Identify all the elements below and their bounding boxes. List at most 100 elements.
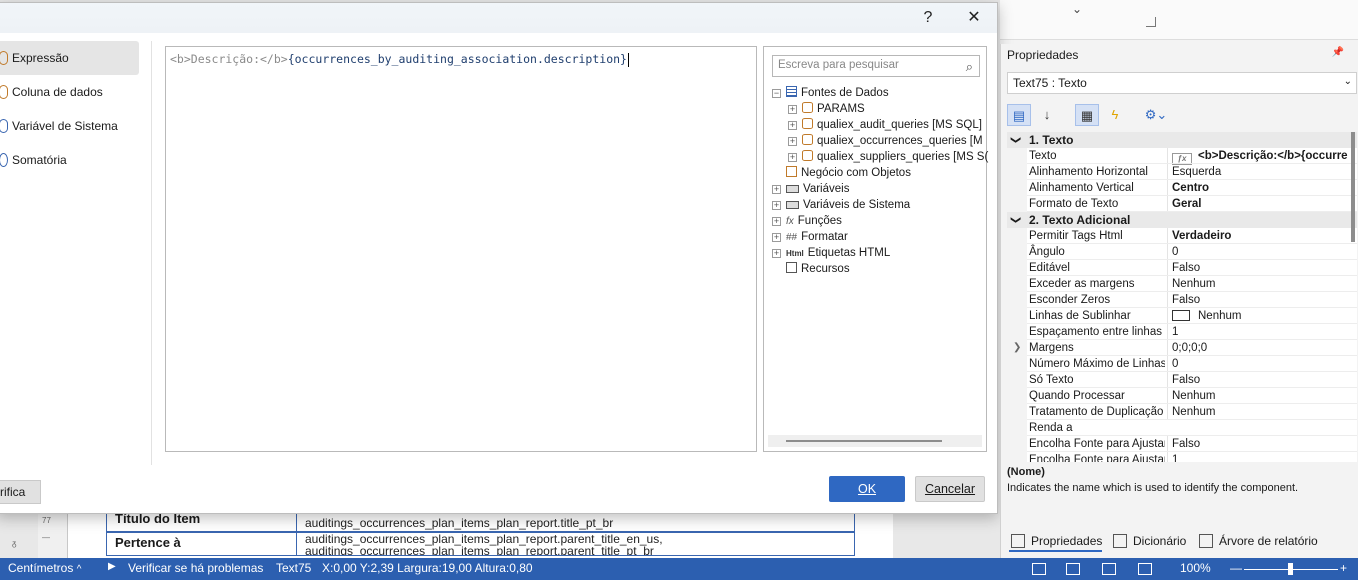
zoom-slider-thumb[interactable] bbox=[1288, 563, 1293, 575]
expand-icon[interactable]: + bbox=[772, 217, 781, 226]
property-value[interactable]: Nenhum bbox=[1167, 276, 1355, 292]
page-view-icon[interactable] bbox=[1032, 563, 1046, 575]
cancel-button[interactable]: Cancelar bbox=[915, 476, 985, 502]
property-value[interactable]: 1 bbox=[1167, 324, 1355, 340]
property-category[interactable]: ❯ 2. Texto Adicional bbox=[1007, 212, 1357, 228]
ribbon-strip: ⌄ bbox=[1000, 0, 1358, 40]
property-row[interactable]: Renda a bbox=[1007, 420, 1357, 436]
chevron-down-icon[interactable]: ❯ bbox=[1007, 216, 1023, 224]
property-value-text: 0;0;0;0 bbox=[1172, 342, 1208, 354]
property-value[interactable]: Centro bbox=[1167, 180, 1355, 196]
property-row[interactable]: Linhas de Sublinhar Nenhum bbox=[1007, 308, 1357, 324]
collapse-icon[interactable]: − bbox=[772, 89, 781, 98]
expression-dialog: ? ✕ Expressão Coluna de dados Variável d… bbox=[0, 2, 998, 514]
vertical-scrollbar[interactable] bbox=[1351, 132, 1355, 242]
property-value[interactable]: Falso bbox=[1167, 260, 1355, 276]
property-category[interactable]: ❯ 1. Texto bbox=[1007, 132, 1357, 148]
tab-report-tree[interactable]: Árvore de relatório bbox=[1197, 530, 1318, 552]
category-label: Variável de Sistema bbox=[12, 119, 118, 133]
play-icon[interactable]: ▶ bbox=[108, 561, 116, 572]
verify-problems-button[interactable]: Verificar se há problemas bbox=[128, 561, 263, 575]
sort-alpha-icon[interactable]: ↓ bbox=[1035, 104, 1059, 126]
expand-icon[interactable]: + bbox=[772, 185, 781, 194]
property-value[interactable]: Falso bbox=[1167, 372, 1355, 388]
one-page-icon[interactable] bbox=[1102, 563, 1116, 575]
color-swatch[interactable] bbox=[1172, 310, 1190, 321]
property-row[interactable]: Esconder Zeros Falso bbox=[1007, 292, 1357, 308]
expand-icon[interactable]: + bbox=[788, 153, 797, 162]
property-value[interactable]: 0 bbox=[1167, 356, 1355, 372]
expand-icon[interactable]: + bbox=[772, 201, 781, 210]
property-value[interactable]: Falso bbox=[1167, 292, 1355, 308]
property-value[interactable]: Nenhum bbox=[1167, 308, 1355, 324]
property-value[interactable]: Nenhum bbox=[1167, 404, 1355, 420]
report-row-belongs-to[interactable]: Pertence à auditings_occurrences_plan_it… bbox=[106, 532, 855, 556]
property-row[interactable]: Ângulo 0 bbox=[1007, 244, 1357, 260]
scrollbar-thumb[interactable] bbox=[786, 440, 942, 442]
property-row[interactable]: Permitir Tags Html Verdadeiro bbox=[1007, 228, 1357, 244]
category-summary[interactable]: Somatória bbox=[0, 143, 147, 177]
property-row[interactable]: Encolha Fonte para Ajustar 1 bbox=[1007, 452, 1357, 462]
property-pages-icon[interactable]: ▦ bbox=[1075, 104, 1099, 126]
property-row[interactable]: Alinhamento Horizontal Esquerda bbox=[1007, 164, 1357, 180]
events-icon[interactable]: ϟ bbox=[1103, 104, 1127, 126]
property-row[interactable]: Editável Falso bbox=[1007, 260, 1357, 276]
property-value[interactable]: Verdadeiro bbox=[1167, 228, 1355, 244]
property-value[interactable]: 1 bbox=[1167, 452, 1355, 462]
property-row[interactable]: Exceder as margens Nenhum bbox=[1007, 276, 1357, 292]
category-expression[interactable]: Expressão bbox=[0, 41, 139, 75]
property-value[interactable]: Geral bbox=[1167, 196, 1355, 212]
category-name: 1. Texto bbox=[1029, 133, 1074, 147]
expand-icon[interactable]: + bbox=[772, 233, 781, 242]
zoom-in-button[interactable]: + bbox=[1340, 561, 1347, 575]
property-row[interactable]: Só Texto Falso bbox=[1007, 372, 1357, 388]
help-button[interactable]: ? bbox=[917, 7, 939, 29]
pin-icon[interactable]: 📌 bbox=[1332, 47, 1344, 58]
fit-width-icon[interactable] bbox=[1066, 563, 1080, 575]
multiple-pages-icon[interactable] bbox=[1138, 563, 1152, 575]
search-input[interactable]: Escreva para pesquisar ⌕ bbox=[772, 55, 980, 77]
units-selector[interactable]: Centímetros ^ bbox=[8, 561, 81, 575]
property-value[interactable]: Falso bbox=[1167, 436, 1355, 452]
category-system-variable[interactable]: Variável de Sistema bbox=[0, 109, 147, 143]
property-row[interactable]: Número Máximo de Linhas 0 bbox=[1007, 356, 1357, 372]
property-value[interactable]: Esquerda bbox=[1167, 164, 1355, 180]
component-select[interactable]: Text75 : Texto ⌄ bbox=[1007, 72, 1357, 94]
property-row[interactable]: Quando Processar Nenhum bbox=[1007, 388, 1357, 404]
property-value[interactable]: 0 bbox=[1167, 244, 1355, 260]
property-value[interactable]: Nenhum bbox=[1167, 388, 1355, 404]
property-row[interactable]: Tratamento de Duplicação Nenhum bbox=[1007, 404, 1357, 420]
ok-button[interactable]: OK bbox=[829, 476, 905, 502]
expand-icon[interactable]: ❯ bbox=[1013, 340, 1021, 356]
property-name: Margens bbox=[1029, 342, 1074, 354]
expand-icon[interactable]: + bbox=[772, 249, 781, 258]
expand-icon[interactable]: + bbox=[788, 121, 797, 130]
tree-label: Recursos bbox=[801, 263, 850, 275]
zoom-out-button[interactable]: — bbox=[1230, 561, 1242, 575]
dialog-titlebar[interactable]: ? ✕ bbox=[0, 3, 997, 33]
property-row[interactable]: Encolha Fonte para Ajustar Falso bbox=[1007, 436, 1357, 452]
row-gutter bbox=[1007, 148, 1027, 164]
chevron-down-icon[interactable]: ❯ bbox=[1007, 136, 1023, 144]
tab-properties[interactable]: Propriedades bbox=[1009, 530, 1103, 552]
tab-dictionary[interactable]: Dicionário bbox=[1111, 530, 1186, 552]
horizontal-scrollbar[interactable] bbox=[768, 435, 982, 447]
property-row[interactable]: Espaçamento entre linhas 1 bbox=[1007, 324, 1357, 340]
settings-icon[interactable]: ⚙⌄ bbox=[1141, 104, 1171, 126]
property-row[interactable]: Alinhamento Vertical Centro bbox=[1007, 180, 1357, 196]
categorized-view-icon[interactable]: ▤ bbox=[1007, 104, 1031, 126]
expand-icon[interactable]: + bbox=[788, 137, 797, 146]
search-icon[interactable]: ⌕ bbox=[966, 59, 973, 75]
ribbon-launcher-icon[interactable] bbox=[1146, 17, 1156, 27]
property-row[interactable]: Texto ƒx <b>Descrição:</b>{occurre bbox=[1007, 148, 1357, 165]
category-data-column[interactable]: Coluna de dados bbox=[0, 75, 147, 109]
property-value[interactable]: 0;0;0;0 bbox=[1167, 340, 1355, 356]
tree-label: qualiex_audit_queries [MS SQL] bbox=[817, 119, 982, 131]
verify-button[interactable]: rifica bbox=[0, 480, 41, 504]
close-button[interactable]: ✕ bbox=[963, 7, 985, 29]
property-row[interactable]: Formato de Texto Geral bbox=[1007, 196, 1357, 212]
property-row[interactable]: ❯ Margens 0;0;0;0 bbox=[1007, 340, 1357, 356]
expand-icon[interactable]: + bbox=[788, 105, 797, 114]
ribbon-chevron-icon[interactable]: ⌄ bbox=[1072, 2, 1082, 16]
expression-editor[interactable]: <b>Descrição:</b>{occurrences_by_auditin… bbox=[165, 46, 757, 452]
